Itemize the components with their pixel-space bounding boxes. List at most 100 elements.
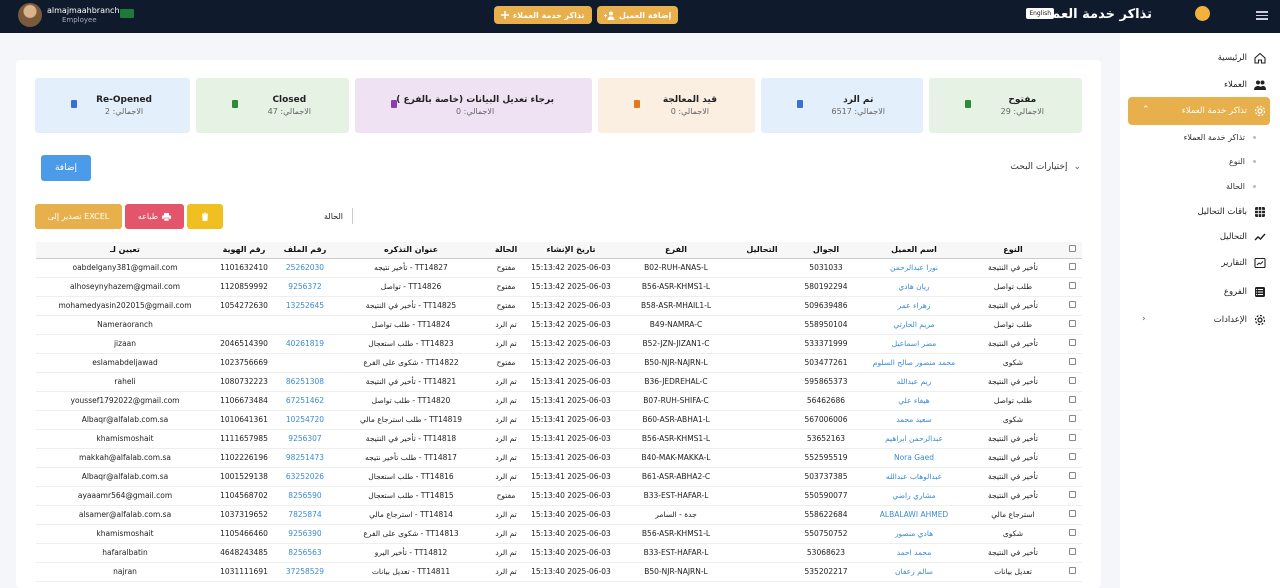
language-switch[interactable]: English	[1026, 8, 1054, 19]
table-row[interactable]: تأخير في النتيجة ريم عبدالله 595865373 B36-…	[36, 372, 1082, 392]
row-checkbox[interactable]	[1068, 434, 1076, 441]
table-cell[interactable]: ALBALAWI AHMED	[864, 505, 964, 525]
table-cell[interactable]: 86251308	[274, 372, 336, 392]
sidebar-item-test-packages[interactable]: باقات التحاليل	[1128, 201, 1270, 223]
table-row[interactable]: تأخير في النتيجة مضر اسماعيل 533371999 B52-…	[36, 334, 1082, 354]
table-cell[interactable]: محمد احمد	[864, 543, 964, 563]
stat-card-replied[interactable]: تم الرد الاجمالي: 6517	[761, 78, 923, 133]
stat-card-open[interactable]: مفتوح الاجمالي: 29	[929, 78, 1082, 133]
row-checkbox-cell[interactable]	[1062, 486, 1082, 506]
table-row[interactable]: شكوى هادي منصور 550750752 B56-ASR-KHMS1-L 20…	[36, 524, 1082, 544]
table-row[interactable]: تأخير في النتيجة محمد احمد 53068623 B33-EST…	[36, 543, 1082, 563]
stat-card-closed[interactable]: Closed الاجمالي: 47	[196, 78, 349, 133]
user-menu[interactable]: almajmaahbranch Employee	[18, 3, 120, 27]
row-checkbox-cell[interactable]	[1062, 562, 1082, 582]
sidebar-item-tickets[interactable]: تذاكر خدمة العملاء ⌃	[1128, 97, 1270, 125]
table-row[interactable]: تعديل بيانات سالم زعفان 535202217 B50-NJR-N…	[36, 562, 1082, 582]
add-client-button[interactable]: إضافة العميل	[597, 6, 679, 24]
flag-icon[interactable]	[120, 9, 134, 18]
row-checkbox-cell[interactable]	[1062, 372, 1082, 392]
row-checkbox[interactable]	[1068, 472, 1076, 479]
row-checkbox-cell[interactable]	[1062, 391, 1082, 411]
sidebar-item-home[interactable]: الرئيسية	[1128, 47, 1270, 69]
print-button[interactable]: طباعه	[125, 204, 184, 229]
status-filter-label[interactable]: الحالة	[324, 212, 343, 221]
table-cell[interactable]: 40261819	[274, 334, 336, 354]
row-checkbox-cell[interactable]	[1062, 467, 1082, 487]
row-checkbox-cell[interactable]	[1062, 505, 1082, 525]
table-row[interactable]: شكوى محمد منصور صالح السلوم 503477261 B50-N…	[36, 353, 1082, 373]
sidebar-item-settings[interactable]: الإعدادات ›	[1128, 309, 1270, 331]
search-options-toggle[interactable]: إختيارات البحث ⌄	[996, 157, 1081, 177]
row-checkbox-cell[interactable]	[1062, 315, 1082, 335]
select-all-checkbox[interactable]	[1068, 245, 1076, 253]
table-cell[interactable]: 67251462	[274, 391, 336, 411]
table-cell[interactable]: هادي منصور	[864, 524, 964, 544]
table-row[interactable]: طلب تواصل مريم الحارثي 558950104 B49-NAMRA-…	[36, 315, 1082, 335]
table-row[interactable]: شكوى سعيد محمد 567006006 B60-ASR-ABHA1-L 202…	[36, 410, 1082, 430]
table-cell[interactable]: 98251473	[274, 448, 336, 468]
row-checkbox-cell[interactable]	[1062, 334, 1082, 354]
row-checkbox[interactable]	[1068, 491, 1076, 498]
sidebar-item-reports[interactable]: التقارير	[1128, 252, 1270, 274]
row-checkbox-cell[interactable]	[1062, 524, 1082, 544]
table-cell[interactable]: زهراء عمر	[864, 296, 964, 316]
stat-card-reopened[interactable]: Re-Opened الاجمالي: 2	[35, 78, 190, 133]
table-cell[interactable]: 13252645	[274, 296, 336, 316]
table-cell[interactable]: محمد منصور صالح السلوم	[864, 353, 964, 373]
row-checkbox-cell[interactable]	[1062, 296, 1082, 316]
row-checkbox-cell[interactable]	[1062, 410, 1082, 430]
row-checkbox[interactable]	[1068, 529, 1076, 536]
table-cell[interactable]: عبدالوهاب عبدالله	[864, 467, 964, 487]
row-checkbox-cell[interactable]	[1062, 353, 1082, 373]
table-row[interactable]: تأخير في النتيجة زهراء عمر 509639486 B58-AS…	[36, 296, 1082, 316]
customer-tickets-button[interactable]: تذاكر خدمة العملاء	[494, 6, 592, 24]
table-cell[interactable]: هيفاء علي	[864, 391, 964, 411]
row-checkbox[interactable]	[1068, 510, 1076, 517]
table-row[interactable]: طلب تواصل هيفاء علي 56462686 B07-RUH-SHIFA-…	[36, 391, 1082, 411]
row-checkbox[interactable]	[1068, 263, 1076, 270]
sidebar-item-branches[interactable]: الفروع	[1128, 281, 1270, 303]
table-cell[interactable]	[274, 353, 336, 373]
row-checkbox-cell[interactable]	[1062, 277, 1082, 297]
sidebar-subitem-tickets[interactable]: تذاكر خدمة العملاء	[1136, 129, 1256, 145]
select-all-checkbox-cell[interactable]	[1062, 242, 1082, 259]
sidebar-subitem-type[interactable]: النوع	[1136, 153, 1256, 169]
table-cell[interactable]: ريان هادي	[864, 277, 964, 297]
stat-card-edit-data[interactable]: برجاء تعديل البيانات (خاصة بالفرع ) الاجم…	[355, 78, 592, 133]
row-checkbox[interactable]	[1068, 415, 1076, 422]
table-cell[interactable]: مشاري راضي	[864, 486, 964, 506]
table-cell[interactable]: 7825874	[274, 505, 336, 525]
table-cell[interactable]: عبدالرحمن ابراهيم	[864, 429, 964, 449]
table-cell[interactable]: 9256390	[274, 524, 336, 544]
row-checkbox[interactable]	[1068, 396, 1076, 403]
stat-card-processing[interactable]: قيد المعالجة الاجمالي: 0	[598, 78, 755, 133]
row-checkbox[interactable]	[1068, 453, 1076, 460]
row-checkbox[interactable]	[1068, 358, 1076, 365]
table-cell[interactable]: 9256307	[274, 429, 336, 449]
table-cell[interactable]: 9256372	[274, 277, 336, 297]
add-button[interactable]: إضافة	[41, 155, 91, 181]
menu-toggle-icon[interactable]	[1256, 9, 1268, 21]
table-cell[interactable]	[274, 315, 336, 335]
table-cell[interactable]: ريم عبدالله	[864, 372, 964, 392]
table-row[interactable]: تأخير في النتيجة عبدالرحمن ابراهيم 5365216…	[36, 429, 1082, 449]
table-cell[interactable]: مريم الحارثي	[864, 315, 964, 335]
row-checkbox[interactable]	[1068, 301, 1076, 308]
table-row[interactable]: تأخير في النتيجة نورا عبدالرحمن 5031033 B02…	[36, 258, 1082, 278]
table-cell[interactable]: 10254720	[274, 410, 336, 430]
table-row[interactable]: تأخير في النتيجة عبدالوهاب عبدالله 5037373…	[36, 467, 1082, 487]
sidebar-item-tests[interactable]: التحاليل	[1128, 226, 1270, 248]
table-cell[interactable]: سعيد محمد	[864, 410, 964, 430]
table-cell[interactable]: 63252026	[274, 467, 336, 487]
row-checkbox-cell[interactable]	[1062, 448, 1082, 468]
table-cell[interactable]: 25262030	[274, 258, 336, 278]
row-checkbox[interactable]	[1068, 339, 1076, 346]
row-checkbox[interactable]	[1068, 282, 1076, 289]
filter-clear-button[interactable]	[187, 204, 223, 229]
sidebar-item-clients[interactable]: العملاء	[1128, 74, 1270, 96]
table-row[interactable]: تأخير في النتيجة مشاري راضي 550590077 B33-E…	[36, 486, 1082, 506]
row-checkbox-cell[interactable]	[1062, 429, 1082, 449]
table-row[interactable]: استرجاع مالي ALBALAWI AHMED 558622684 جدة -…	[36, 505, 1082, 525]
row-checkbox-cell[interactable]	[1062, 543, 1082, 563]
